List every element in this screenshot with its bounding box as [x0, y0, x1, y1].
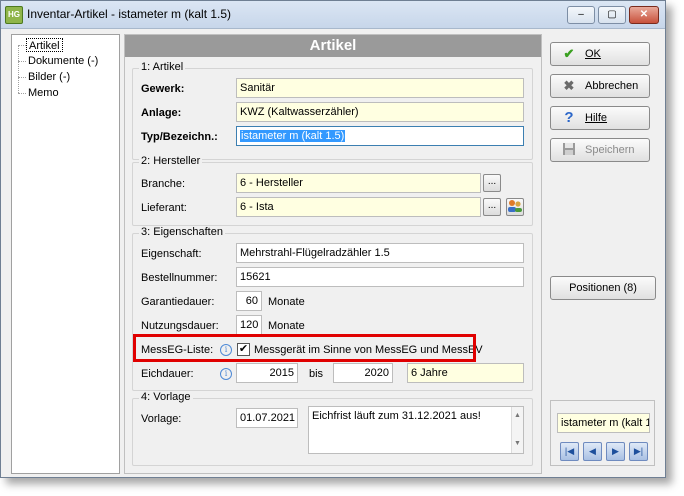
- positionen-button[interactable]: Positionen (8): [550, 276, 656, 300]
- save-button-label: Speichern: [585, 144, 635, 156]
- inventar-artikel-window: HG Inventar-Artikel - istameter m (kalt …: [0, 0, 666, 478]
- nutzungsdauer-field[interactable]: 120: [236, 315, 262, 335]
- lieferant-browse-button[interactable]: ...: [483, 198, 501, 216]
- garantiedauer-unit: Monate: [268, 296, 305, 308]
- floppy-disk-icon: [563, 143, 575, 155]
- lieferant-field[interactable]: 6 - Ista: [236, 197, 481, 217]
- lieferant-label: Lieferant:: [141, 202, 187, 214]
- vorlage-group-legend: 4: Vorlage: [139, 391, 193, 403]
- eich-to-field[interactable]: 2020: [333, 363, 393, 383]
- branche-field[interactable]: 6 - Hersteller: [236, 173, 481, 193]
- typ-bezeichnung-input[interactable]: istameter m (kalt 1.5): [236, 126, 524, 146]
- positionen-button-label: Positionen (8): [569, 282, 637, 294]
- eichdauer-info-icon[interactable]: i: [220, 368, 232, 380]
- close-button[interactable]: ✕: [629, 6, 659, 24]
- navigation-tree: Artikel Dokumente (-) Bilder (-) Memo: [11, 34, 120, 474]
- messeg-highlight-box: [133, 334, 476, 362]
- help-button[interactable]: ? Hilfe: [550, 106, 650, 130]
- record-current-field: istameter m (kalt 1.: [557, 413, 650, 433]
- nutzungsdauer-unit: Monate: [268, 320, 305, 332]
- eigenschaft-field[interactable]: Mehrstrahl-Flügelradzähler 1.5: [236, 243, 524, 263]
- scroll-up-icon[interactable]: ▲: [512, 407, 523, 425]
- nav-item-bilder[interactable]: Bilder (-): [26, 70, 72, 84]
- tree-connector: [18, 45, 26, 46]
- garantiedauer-field[interactable]: 60: [236, 291, 262, 311]
- check-icon: ✔: [563, 46, 575, 61]
- first-record-button[interactable]: |◀: [560, 442, 579, 461]
- window-title: Inventar-Artikel - istameter m (kalt 1.5…: [27, 7, 232, 21]
- app-icon: HG: [5, 6, 23, 24]
- branche-browse-button[interactable]: ...: [483, 174, 501, 192]
- eich-bis-label: bis: [309, 368, 324, 380]
- vorlage-note-text: Eichfrist läuft zum 31.12.2021 aus!: [312, 410, 481, 422]
- branche-label: Branche:: [141, 178, 186, 190]
- bestellnummer-field[interactable]: 15621: [236, 267, 524, 287]
- maximize-button[interactable]: ▢: [598, 6, 626, 24]
- bestellnummer-label: Bestellnummer:: [141, 272, 218, 284]
- tree-connector: [18, 45, 19, 93]
- tree-connector: [18, 77, 26, 78]
- last-record-button[interactable]: ▶|: [629, 442, 648, 461]
- help-button-label: Hilfe: [585, 112, 608, 124]
- garantiedauer-label: Garantiedauer:: [141, 296, 215, 308]
- anlage-label: Anlage:: [141, 107, 182, 119]
- contacts-button[interactable]: [506, 198, 524, 216]
- cancel-button-label: Abbrechen: [585, 80, 639, 92]
- people-icon: [508, 200, 522, 212]
- nav-item-artikel[interactable]: Artikel: [26, 38, 63, 52]
- save-button[interactable]: Speichern: [550, 138, 650, 162]
- eich-years-field: 6 Jahre: [407, 363, 524, 383]
- tree-connector: [18, 93, 26, 94]
- typ-bezeichnung-label: Typ/Bezeichn.:: [141, 131, 218, 143]
- eichdauer-label: Eichdauer:: [141, 368, 194, 380]
- vorlage-date-field[interactable]: 01.07.2021: [236, 408, 298, 428]
- next-record-button[interactable]: ▶: [606, 442, 625, 461]
- gewerk-field[interactable]: Sanitär: [236, 78, 524, 98]
- ok-button-label: OK: [585, 48, 601, 60]
- eigenschaft-label: Eigenschaft:: [141, 248, 202, 260]
- prev-record-button[interactable]: ◀: [583, 442, 602, 461]
- nav-item-dokumente[interactable]: Dokumente (-): [26, 54, 100, 68]
- note-scrollbar[interactable]: ▲ ▼: [511, 407, 523, 453]
- scroll-down-icon[interactable]: ▼: [512, 435, 523, 453]
- help-icon: ?: [564, 109, 574, 126]
- eich-from-field[interactable]: 2015: [236, 363, 298, 383]
- nav-item-memo[interactable]: Memo: [26, 86, 61, 100]
- hersteller-group-legend: 2: Hersteller: [139, 155, 203, 167]
- nutzungsdauer-label: Nutzungsdauer:: [141, 320, 219, 332]
- vorlage-note-field[interactable]: Eichfrist läuft zum 31.12.2021 aus! ▲ ▼: [308, 406, 524, 454]
- cancel-button[interactable]: ✖ Abbrechen: [550, 74, 650, 98]
- save-icon: [561, 142, 577, 158]
- artikel-group-legend: 1: Artikel: [139, 61, 186, 73]
- vorlage-label: Vorlage:: [141, 413, 182, 425]
- tree-connector: [18, 61, 26, 62]
- ok-button[interactable]: ✔ OK: [550, 42, 650, 66]
- eigenschaften-group-legend: 3: Eigenschaften: [139, 226, 225, 238]
- title-bar[interactable]: HG Inventar-Artikel - istameter m (kalt …: [1, 1, 665, 29]
- minimize-button[interactable]: ‒: [567, 6, 595, 24]
- main-panel: Artikel 1: Artikel Gewerk: Sanitär Anlag…: [124, 34, 542, 474]
- panel-header: Artikel: [125, 35, 541, 57]
- anlage-field[interactable]: KWZ (Kaltwasserzähler): [236, 102, 524, 122]
- gewerk-label: Gewerk:: [141, 83, 185, 95]
- cancel-x-icon: ✖: [563, 78, 575, 93]
- selected-text: istameter m (kalt 1.5): [240, 130, 346, 142]
